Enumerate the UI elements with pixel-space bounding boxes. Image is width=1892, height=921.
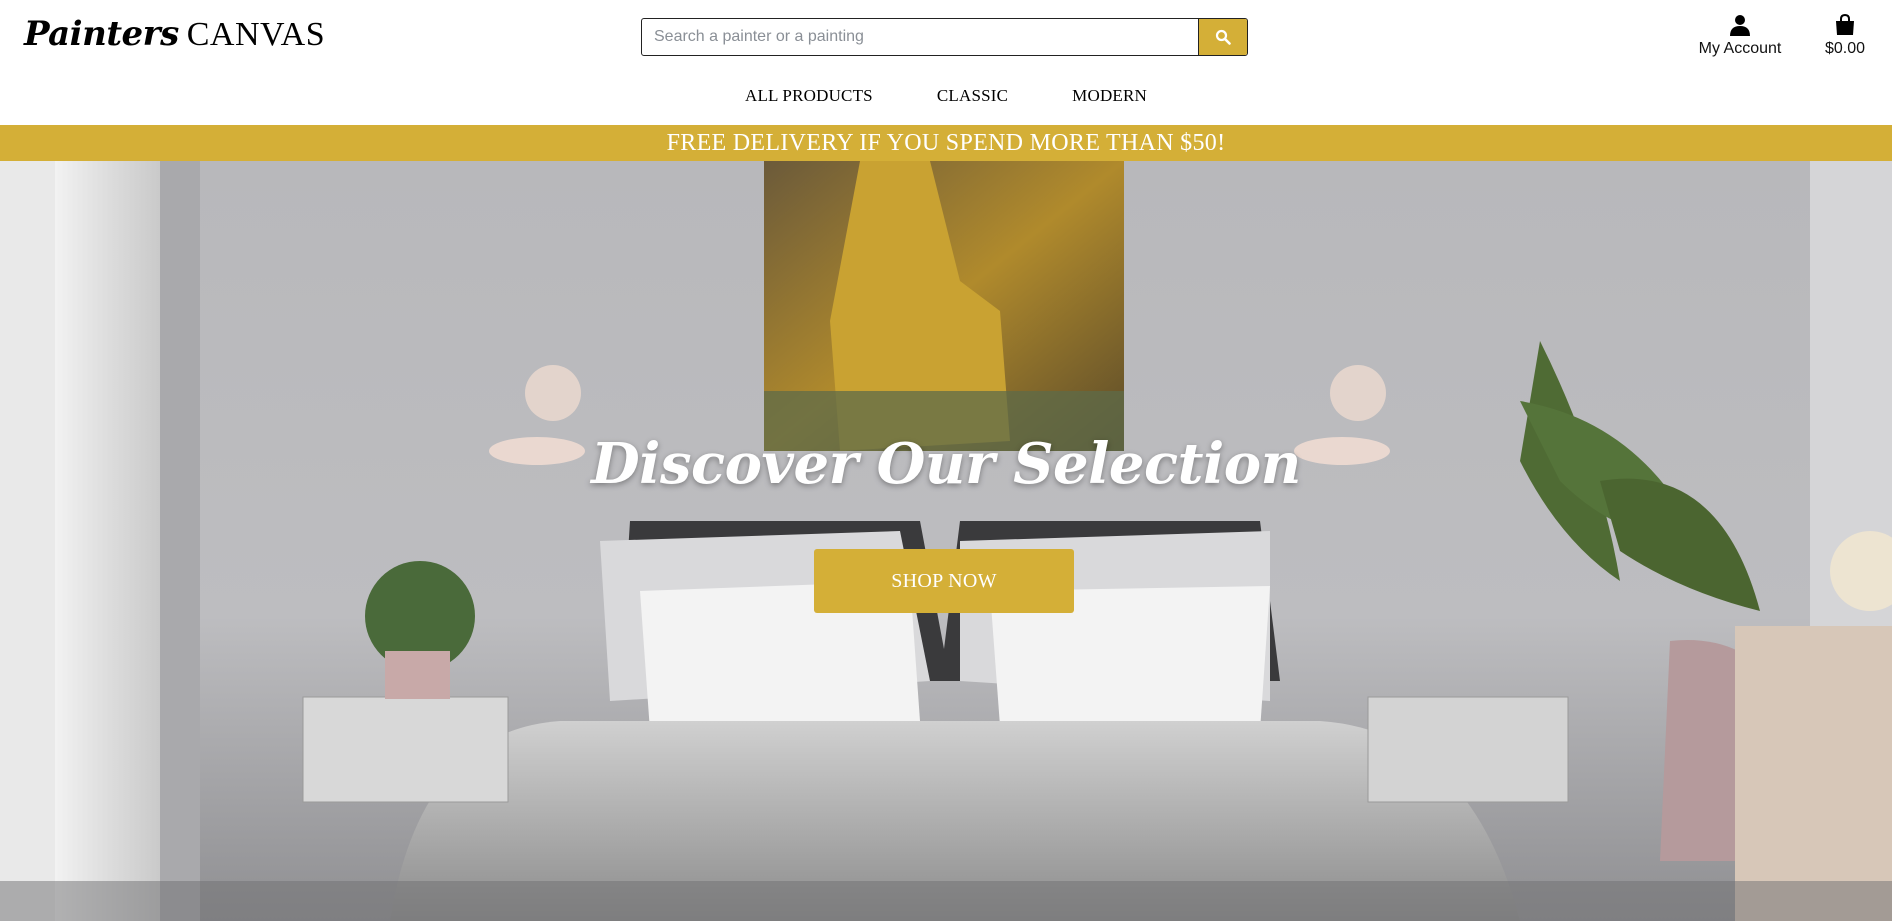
user-icon <box>1730 15 1750 36</box>
nav-modern[interactable]: MODERN <box>1040 86 1179 106</box>
site-logo[interactable]: Painters CANVAS <box>24 14 325 64</box>
delivery-banner: FREE DELIVERY IF YOU SPEND MORE THAN $50… <box>0 125 1892 161</box>
search-icon <box>1215 29 1231 45</box>
my-account-label: My Account <box>1698 40 1782 57</box>
nav-all-products[interactable]: ALL PRODUCTS <box>713 86 905 106</box>
delivery-banner-text: FREE DELIVERY IF YOU SPEND MORE THAN $50… <box>666 129 1226 156</box>
search-button[interactable] <box>1198 19 1247 55</box>
search-input[interactable] <box>642 19 1198 55</box>
hero-background-image <box>0 161 1892 921</box>
cart-total: $0.00 <box>1824 40 1866 57</box>
shopping-bag-icon <box>1836 14 1854 35</box>
shop-now-button[interactable]: SHOP NOW <box>814 549 1074 613</box>
search-form <box>641 18 1248 56</box>
my-account-link[interactable]: My Account <box>1690 12 1790 58</box>
site-header: Painters CANVAS My Account $0.00 <box>0 0 1892 125</box>
logo-plain-text: CANVAS <box>186 16 326 53</box>
hero-section: Discover Our Selection SHOP NOW <box>0 161 1892 921</box>
main-nav: ALL PRODUCTS CLASSIC MODERN <box>0 86 1892 106</box>
cart-link[interactable]: $0.00 <box>1815 12 1875 58</box>
hero-title: Discover Our Selection <box>591 431 1301 497</box>
nav-classic[interactable]: CLASSIC <box>905 86 1040 106</box>
logo-script-text: Painters <box>24 14 179 54</box>
